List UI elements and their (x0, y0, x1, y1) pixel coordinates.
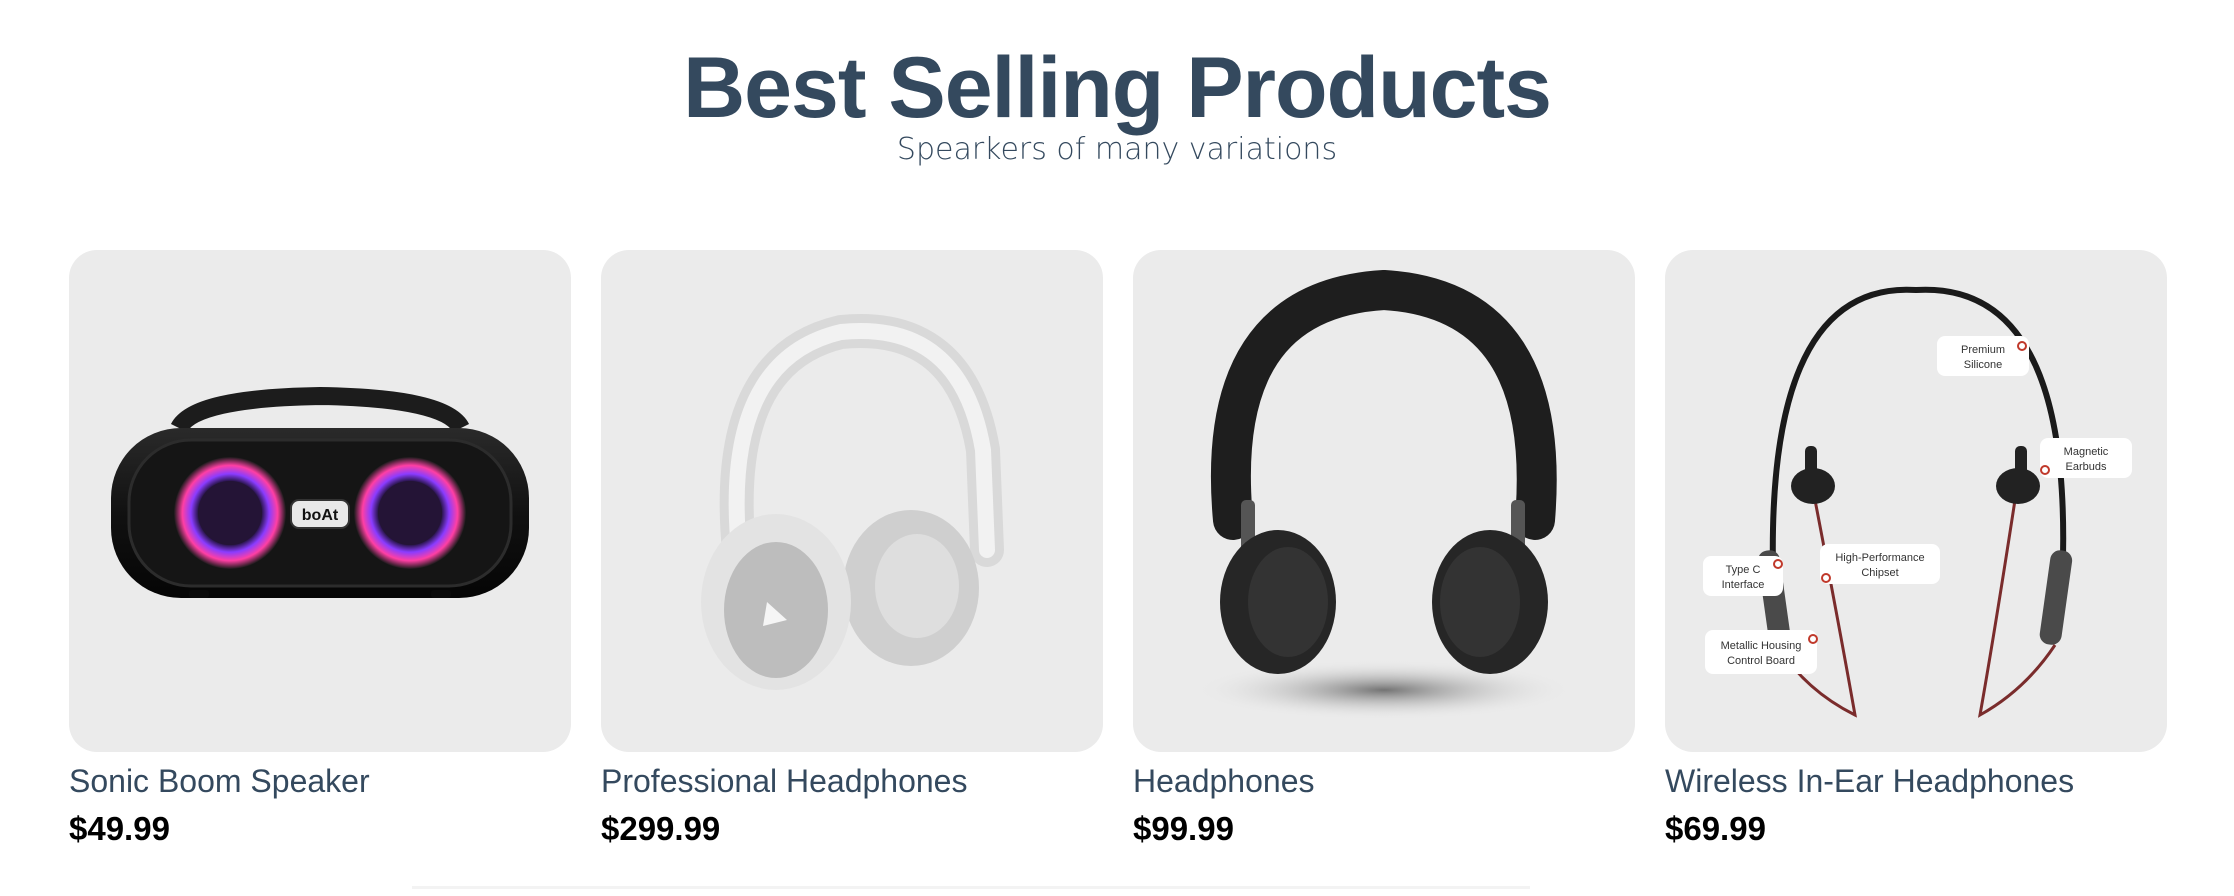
page-title: Best Selling Products (683, 40, 1552, 136)
callout-premium-silicone: Premium Silicone (1937, 336, 2029, 376)
black-headphones-image (1194, 269, 1574, 720)
product-name[interactable]: Sonic Boom Speaker (69, 760, 571, 802)
speaker-brand-logo: boAt (302, 507, 339, 524)
product-image[interactable] (1133, 250, 1635, 752)
product-card[interactable]: Professional Headphones $299.99 (601, 250, 1103, 850)
svg-text:Chipset: Chipset (1861, 567, 1898, 579)
product-image[interactable] (601, 250, 1103, 752)
speaker-image: boAt (111, 386, 529, 598)
svg-text:Control Board: Control Board (1727, 655, 1795, 667)
product-image[interactable]: boAt (69, 250, 571, 752)
product-name[interactable]: Professional Headphones (601, 760, 1103, 802)
svg-text:High-Performance: High-Performance (1835, 552, 1924, 564)
product-price: $49.99 (69, 810, 170, 847)
product-price: $299.99 (601, 810, 721, 847)
page-subtitle: Spearkers of many variations (896, 132, 1338, 167)
svg-text:Earbuds: Earbuds (2066, 461, 2107, 473)
callout-metallic-housing: Metallic Housing Control Board (1705, 630, 1818, 674)
svg-text:Magnetic: Magnetic (2064, 446, 2109, 458)
product-price: $99.99 (1133, 810, 1234, 847)
callout-type-c-interface: Type C Interface (1703, 556, 1783, 596)
callout-magnetic-earbuds: Magnetic Earbuds (2040, 438, 2132, 478)
product-name[interactable]: Wireless In-Ear Headphones (1665, 760, 2167, 802)
product-card[interactable]: Premium Silicone Magnetic Earbuds Type C… (1665, 250, 2167, 850)
product-price: $69.99 (1665, 810, 1766, 847)
product-card[interactable]: Headphones $99.99 (1133, 250, 1635, 850)
white-headphones-image (701, 314, 1004, 690)
svg-text:Silicone: Silicone (1964, 359, 2003, 371)
product-name[interactable]: Headphones (1133, 760, 1635, 802)
svg-text:Premium: Premium (1961, 344, 2005, 356)
svg-text:Type C: Type C (1726, 564, 1761, 576)
svg-text:Metallic Housing: Metallic Housing (1721, 640, 1802, 652)
product-image[interactable]: Premium Silicone Magnetic Earbuds Type C… (1665, 250, 2167, 752)
callout-high-performance-chipset: High-Performance Chipset (1820, 544, 1940, 584)
section-divider (412, 886, 1530, 889)
neckband-earphones-image: Premium Silicone Magnetic Earbuds Type C… (1703, 286, 2132, 718)
svg-text:Interface: Interface (1722, 579, 1765, 591)
product-card[interactable]: boAt Sonic Boom Speaker $49.99 (69, 250, 571, 850)
